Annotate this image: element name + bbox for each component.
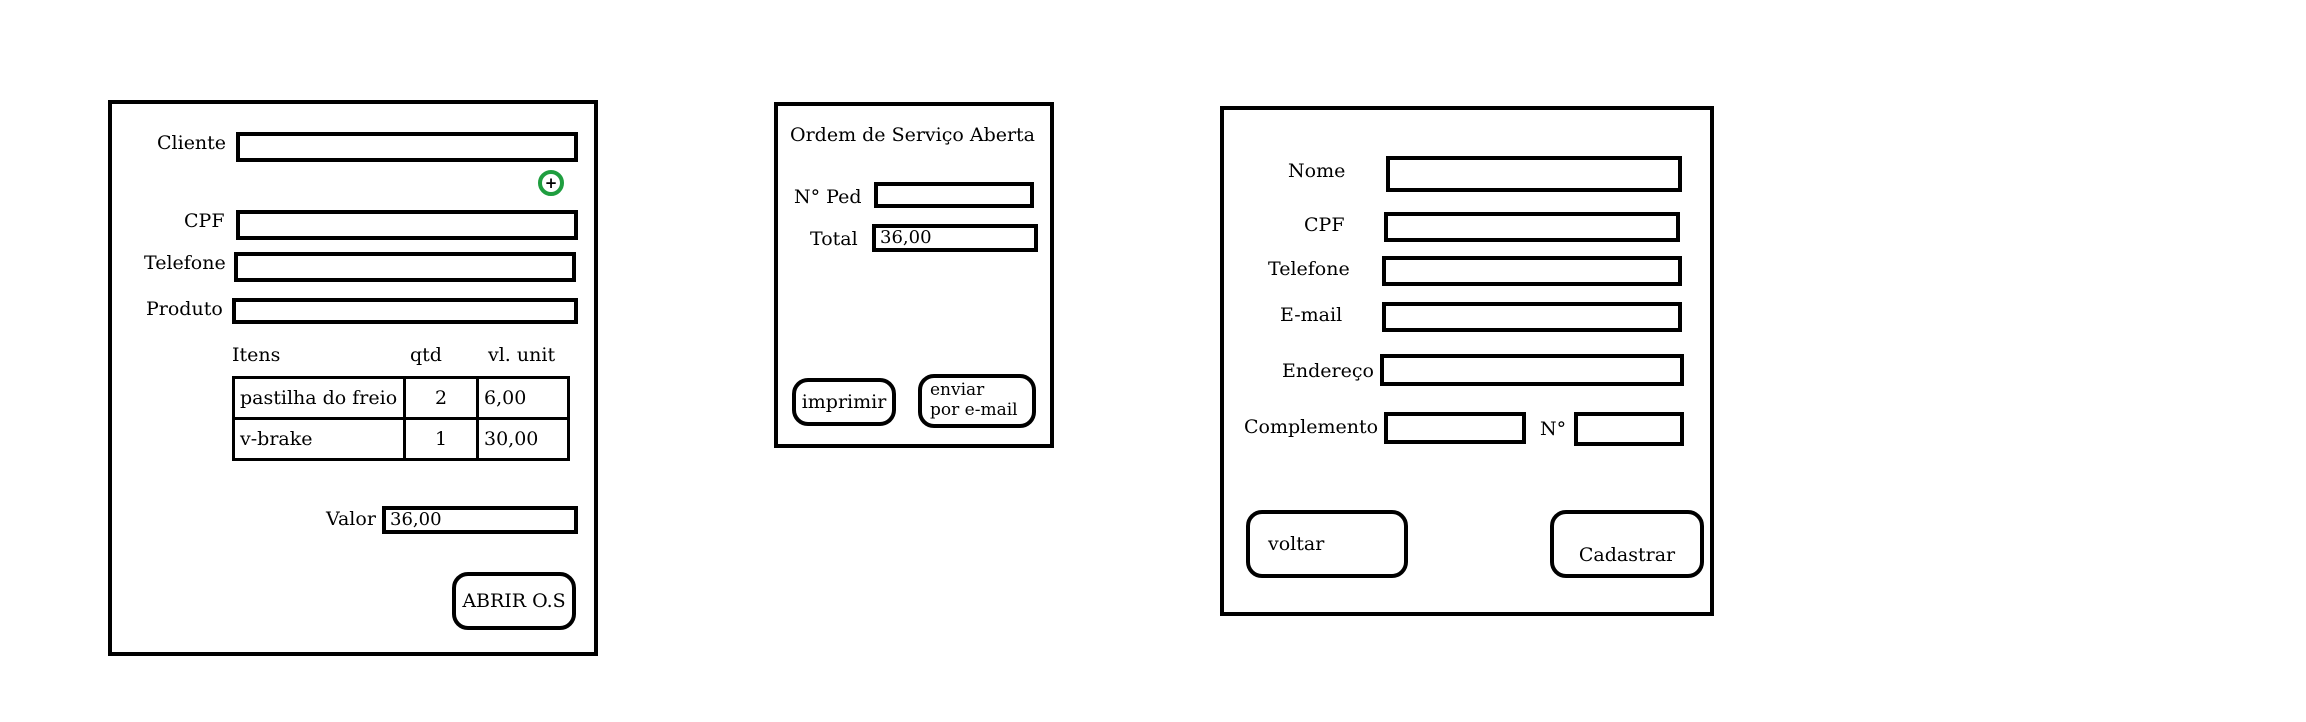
nome-label: Nome: [1288, 160, 1346, 182]
order-summary-panel: Ordem de Serviço Aberta N° Ped Total 36,…: [774, 102, 1054, 448]
voltar-label: voltar: [1268, 532, 1325, 555]
cpf-label: CPF: [1304, 214, 1345, 236]
item-name: pastilha do freio: [232, 376, 406, 420]
service-order-form-panel: Cliente + CPF Telefone Produto Itens qtd…: [108, 100, 598, 656]
imprimir-label: imprimir: [801, 390, 887, 413]
cpf-field[interactable]: [236, 210, 578, 240]
produto-field[interactable]: [232, 298, 578, 324]
cpf-label: CPF: [184, 210, 225, 232]
nome-field[interactable]: [1386, 156, 1682, 192]
items-header-qtd: qtd: [410, 344, 442, 366]
registration-form-panel: Nome CPF Telefone E-mail Endereço Comple…: [1220, 106, 1714, 616]
voltar-button[interactable]: voltar: [1246, 510, 1408, 578]
valor-field[interactable]: 36,00: [382, 506, 578, 534]
enviar-email-button[interactable]: enviar por e-mail: [918, 374, 1036, 428]
cpf-field[interactable]: [1384, 212, 1680, 242]
telefone-field[interactable]: [1382, 256, 1682, 286]
cliente-label: Cliente: [157, 132, 227, 154]
imprimir-button[interactable]: imprimir: [792, 378, 896, 426]
total-field[interactable]: 36,00: [872, 224, 1038, 252]
items-table: pastilha do freio 2 6,00 v-brake 1 30,00: [232, 376, 570, 461]
ped-field[interactable]: [874, 182, 1034, 208]
endereco-field[interactable]: [1380, 354, 1684, 386]
cadastrar-button[interactable]: Cadastrar: [1550, 510, 1704, 578]
cadastrar-label: Cadastrar: [1578, 544, 1676, 566]
table-row: pastilha do freio 2 6,00: [232, 376, 570, 420]
telefone-label: Telefone: [1268, 258, 1350, 280]
valor-label: Valor: [326, 508, 376, 530]
items-header-unit: vl. unit: [488, 344, 556, 366]
item-unit: 6,00: [476, 376, 570, 420]
summary-title: Ordem de Serviço Aberta: [790, 124, 1036, 146]
table-row: v-brake 1 30,00: [232, 417, 570, 461]
enviar-label: enviar: [930, 380, 985, 400]
numero-label: N°: [1540, 418, 1567, 440]
telefone-label: Telefone: [144, 252, 226, 274]
email-field[interactable]: [1382, 302, 1682, 332]
plus-circle-icon[interactable]: +: [538, 170, 564, 196]
telefone-field[interactable]: [234, 252, 576, 282]
total-label: Total: [810, 228, 858, 250]
item-name: v-brake: [232, 417, 406, 461]
numero-field[interactable]: [1574, 412, 1684, 446]
items-header-itens: Itens: [232, 344, 281, 366]
item-qtd: 2: [403, 376, 479, 420]
por-email-label: por e-mail: [930, 400, 1018, 420]
complemento-field[interactable]: [1384, 412, 1526, 444]
ped-label: N° Ped: [794, 186, 862, 208]
item-qtd: 1: [403, 417, 479, 461]
abrir-os-button[interactable]: ABRIR O.S: [452, 572, 576, 630]
cliente-field[interactable]: [236, 132, 578, 162]
produto-label: Produto: [146, 298, 223, 320]
endereco-label: Endereço: [1282, 360, 1374, 382]
complemento-label: Complemento: [1244, 416, 1379, 438]
abrir-os-label: ABRIR O.S: [462, 589, 566, 612]
email-label: E-mail: [1280, 304, 1343, 326]
item-unit: 30,00: [476, 417, 570, 461]
